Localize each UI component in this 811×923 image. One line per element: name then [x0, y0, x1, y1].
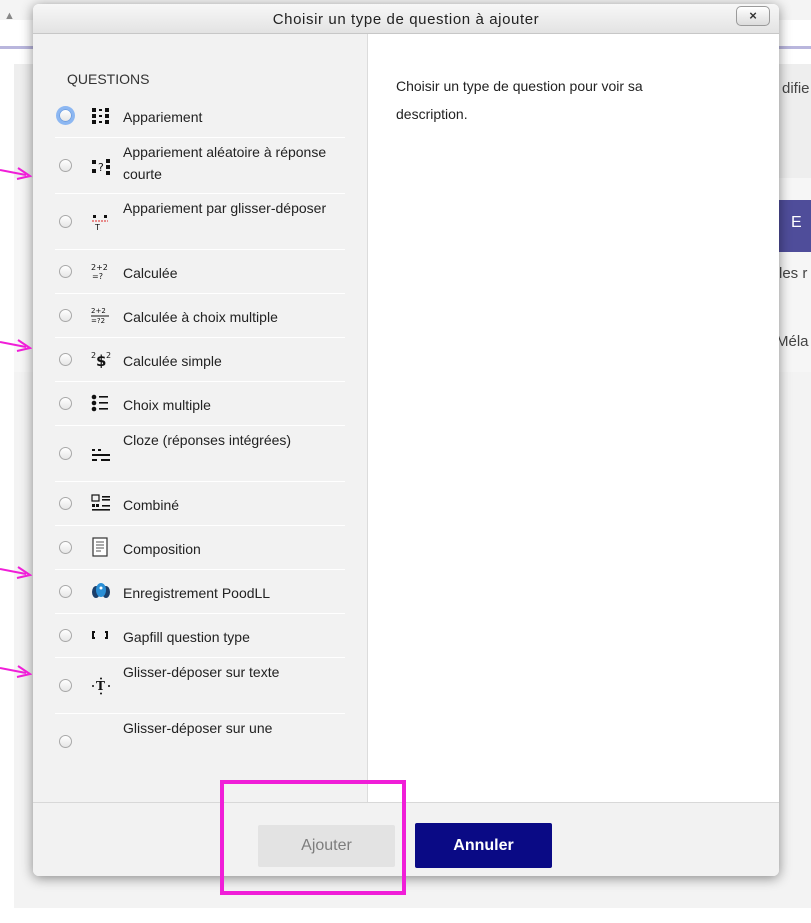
- svg-text:2+2: 2+2: [91, 263, 108, 272]
- combined-icon: [91, 494, 110, 511]
- question-type-label: Gapfill question type: [123, 629, 250, 645]
- question-type-label: Combiné: [123, 497, 180, 513]
- question-type-item[interactable]: T Glisser-déposer sur texte: [55, 658, 345, 714]
- background-text-les: les r: [779, 265, 808, 282]
- question-type-label: Glisser-déposer sur une: [123, 720, 273, 736]
- question-type-item[interactable]: Choix multiple: [55, 382, 345, 426]
- radio-gapfill[interactable]: [59, 629, 72, 642]
- question-type-list-pane[interactable]: QUESTIONS Appariement ? Appariement aléa…: [33, 34, 368, 802]
- question-type-item[interactable]: ? Appariement aléatoire à réponse courte: [55, 138, 345, 194]
- close-icon: ×: [749, 8, 757, 23]
- radio-calculee-simple[interactable]: [59, 353, 72, 366]
- random-short-answer-matching-icon: ?: [92, 159, 110, 175]
- svg-text:=?2: =?2: [91, 317, 105, 324]
- drag-drop-matching-icon: T: [92, 215, 108, 231]
- radio-appariement-aleatoire[interactable]: [59, 159, 72, 172]
- question-type-item[interactable]: Composition: [55, 526, 345, 570]
- question-type-label: Appariement aléatoire à réponse courte: [123, 144, 327, 182]
- dialog-title: Choisir un type de question à ajouter: [272, 11, 540, 28]
- svg-text:T: T: [96, 679, 105, 693]
- question-type-label: Appariement par glisser-déposer: [123, 200, 327, 216]
- radio-appariement[interactable]: [59, 109, 72, 122]
- annotation-arrow-icon: [0, 566, 32, 579]
- question-type-description: Choisir un type de question pour voir sa…: [396, 78, 643, 122]
- drag-drop-text-icon: T: [92, 677, 110, 695]
- question-type-label: Calculée simple: [123, 353, 222, 369]
- multichoice-icon: [91, 394, 108, 412]
- question-type-label: Calculée: [123, 265, 178, 281]
- annotation-arrow-icon: [0, 167, 32, 180]
- section-title-questions: QUESTIONS: [67, 71, 150, 87]
- radio-calculee-choix-multiple[interactable]: [59, 309, 72, 322]
- question-type-item[interactable]: Combiné: [55, 482, 345, 526]
- close-button[interactable]: ×: [736, 6, 770, 26]
- svg-text:2+2: 2+2: [91, 307, 106, 315]
- question-type-label: Enregistrement PoodLL: [123, 585, 271, 601]
- question-type-label: Composition: [123, 541, 201, 557]
- question-type-item[interactable]: T Appariement par glisser-déposer: [55, 194, 345, 250]
- cancel-button[interactable]: Annuler: [415, 823, 552, 868]
- dialog-footer: Ajouter Annuler: [33, 802, 779, 876]
- annotation-arrow-icon: [0, 339, 32, 352]
- svg-text:T: T: [94, 223, 100, 231]
- radio-enregistrement-poodll[interactable]: [59, 585, 72, 598]
- svg-text:$: $: [96, 352, 106, 368]
- gapfill-icon: [92, 631, 108, 639]
- question-type-item[interactable]: Enregistrement PoodLL: [55, 570, 345, 614]
- calculated-multichoice-icon: 2+2 =?2: [91, 307, 109, 324]
- cloze-icon: [92, 449, 110, 461]
- radio-composition[interactable]: [59, 541, 72, 554]
- question-type-item[interactable]: 2+2 =? Calculée: [55, 250, 345, 294]
- essay-icon: [92, 537, 108, 557]
- radio-glisser-deposer-image[interactable]: [59, 735, 72, 748]
- question-type-label: Glisser-déposer sur texte: [123, 664, 280, 680]
- question-type-item[interactable]: 2+2 =?2 Calculée à choix multiple: [55, 294, 345, 338]
- matching-icon: [92, 108, 109, 124]
- question-type-label: Calculée à choix multiple: [123, 309, 278, 325]
- question-type-label: Appariement: [123, 109, 203, 125]
- background-text-modifier: difie: [782, 80, 810, 97]
- radio-calculee[interactable]: [59, 265, 72, 278]
- calculated-simple-icon: 2 $ 2: [91, 351, 111, 368]
- calculated-icon: 2+2 =?: [91, 263, 108, 280]
- question-type-label: Cloze (réponses intégrées): [123, 432, 292, 448]
- svg-text:?: ?: [98, 161, 104, 174]
- question-type-item[interactable]: Appariement: [55, 94, 345, 138]
- dialog-titlebar: Choisir un type de question à ajouter ×: [33, 4, 779, 34]
- radio-appariement-glisser[interactable]: [59, 215, 72, 228]
- annotation-highlight-box: [220, 780, 406, 895]
- question-type-label: Choix multiple: [123, 397, 211, 413]
- background-button-label: E: [791, 214, 802, 231]
- radio-glisser-deposer-texte[interactable]: [59, 679, 72, 692]
- question-type-item[interactable]: Glisser-déposer sur une: [55, 714, 345, 770]
- background-button[interactable]: E: [778, 200, 811, 252]
- question-type-item[interactable]: Cloze (réponses intégrées): [55, 426, 345, 482]
- background-lock-icon: ▲: [4, 10, 15, 22]
- question-type-item[interactable]: Gapfill question type: [55, 614, 345, 658]
- question-type-dialog: Choisir un type de question à ajouter × …: [33, 4, 779, 876]
- question-type-item[interactable]: 2 $ 2 Calculée simple: [55, 338, 345, 382]
- poodll-recording-icon: [92, 583, 110, 598]
- radio-cloze[interactable]: [59, 447, 72, 460]
- annotation-arrow-icon: [0, 665, 32, 678]
- background-text-melange: Méla: [776, 333, 809, 350]
- svg-text:2: 2: [106, 351, 111, 360]
- svg-text:=?: =?: [92, 272, 103, 280]
- radio-choix-multiple[interactable]: [59, 397, 72, 410]
- radio-combine[interactable]: [59, 497, 72, 510]
